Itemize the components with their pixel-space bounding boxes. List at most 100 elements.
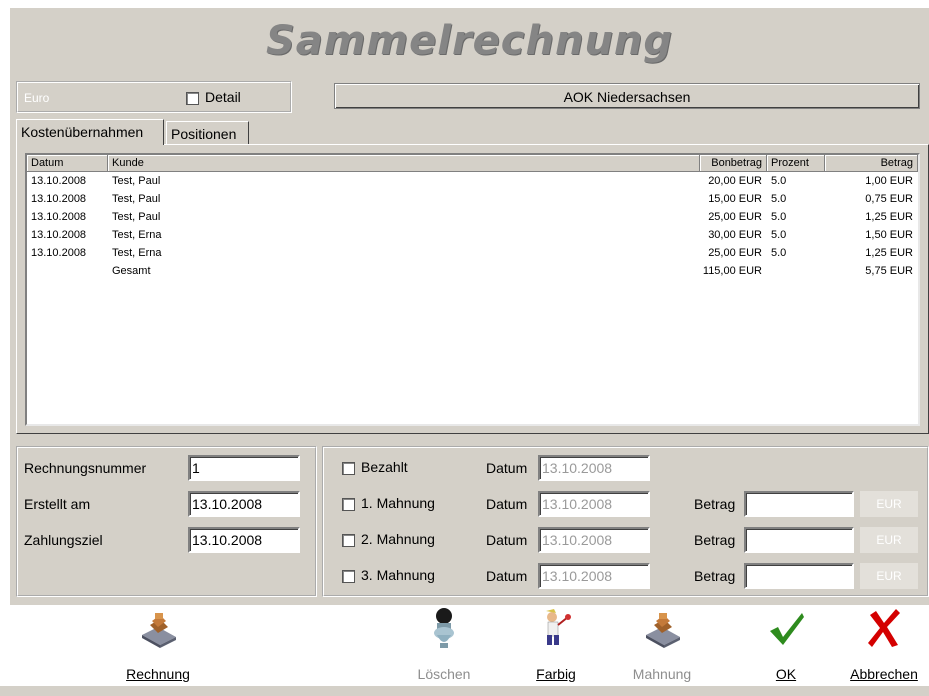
column-header-kunde[interactable]: Kunde	[108, 155, 700, 172]
reminder-2-amount-input[interactable]	[744, 527, 854, 553]
ok-button[interactable]: OK	[736, 607, 836, 687]
table-row[interactable]: 13.10.2008 Test, Paul 25,00 EUR 5.0 1,25…	[27, 208, 918, 226]
cell-betrag: 1,00 EUR	[865, 175, 913, 187]
toilet-icon	[434, 608, 454, 648]
cell-betrag: 5,75 EUR	[865, 265, 913, 277]
paid-date-label: Datum	[486, 460, 528, 476]
reminder-3-date-label: Datum	[486, 568, 528, 584]
cell-kunde: Test, Erna	[112, 229, 162, 241]
rubber-stamp-icon	[646, 613, 680, 648]
cell-kunde: Test, Paul	[112, 175, 161, 187]
color-button[interactable]: Farbig	[506, 607, 606, 687]
main-window: Sammelrechnung Euro Detail AOK Niedersac…	[10, 8, 929, 605]
invoice-button[interactable]: Rechnung	[108, 607, 208, 687]
reminder-3-date-input[interactable]: 13.10.2008	[538, 563, 650, 589]
cell-kunde: Test, Paul	[112, 211, 161, 223]
reminder-button[interactable]: Mahnung	[612, 607, 712, 687]
cell-datum: 13.10.2008	[31, 175, 87, 187]
reminder-1-date-label: Datum	[486, 496, 528, 512]
tab-panel: Datum Kunde Bonbetrag Prozent Betrag 13.…	[16, 144, 929, 434]
cell-betrag: 0,75 EUR	[865, 193, 913, 205]
table-row[interactable]: 13.10.2008 Test, Paul 20,00 EUR 5.0 1,00…	[27, 172, 918, 190]
reminder-1-amount-label: Betrag	[694, 496, 736, 512]
column-header-betrag[interactable]: Betrag	[825, 155, 918, 172]
invoice-group: Rechnungsnummer 1 Erstellt am 13.10.2008…	[16, 446, 317, 597]
cell-kunde: Gesamt	[112, 265, 151, 277]
cell-prozent: 5.0	[771, 193, 787, 205]
reminder-2-currency: EUR	[860, 527, 918, 553]
cell-prozent: 5.0	[771, 211, 787, 223]
cancel-button-label: Abbrechen	[850, 666, 918, 682]
cell-datum: 13.10.2008	[31, 229, 87, 241]
invoice-number-label: Rechnungsnummer	[24, 460, 147, 476]
table-row-total[interactable]: Gesamt 115,00 EUR 5,75 EUR	[27, 262, 918, 280]
painter-icon	[546, 609, 571, 645]
delete-button-label: Löschen	[417, 666, 471, 682]
reminder-2-checkbox[interactable]: 2. Mahnung	[342, 531, 435, 547]
reminder-3-label: 3. Mahnung	[361, 567, 435, 583]
reminder-2-date-label: Datum	[486, 532, 528, 548]
delete-button[interactable]: Löschen	[394, 607, 494, 687]
reminder-3-checkbox[interactable]: 3. Mahnung	[342, 567, 435, 583]
cell-betrag: 1,25 EUR	[865, 211, 913, 223]
cell-datum: 13.10.2008	[31, 247, 87, 259]
reminder-3-currency: EUR	[860, 563, 918, 589]
cell-betrag: 1,25 EUR	[865, 247, 913, 259]
cell-datum: 13.10.2008	[31, 211, 87, 223]
detail-checkbox[interactable]: Detail	[186, 89, 241, 105]
reminder-1-checkbox-box[interactable]	[342, 497, 355, 511]
cell-prozent: 5.0	[771, 247, 787, 259]
reminder-2-label: 2. Mahnung	[361, 531, 435, 547]
reminder-button-label: Mahnung	[632, 666, 692, 682]
paid-date-input[interactable]: 13.10.2008	[538, 455, 650, 481]
reminder-3-amount-label: Betrag	[694, 568, 736, 584]
currency-group: Euro Detail	[16, 81, 292, 113]
cell-bonbetrag: 25,00 EUR	[708, 211, 762, 223]
invoice-button-label: Rechnung	[126, 666, 190, 682]
cell-prozent: 5.0	[771, 175, 787, 187]
column-header-bonbetrag[interactable]: Bonbetrag	[700, 155, 767, 172]
reminder-2-checkbox-box[interactable]	[342, 533, 355, 547]
check-mark-icon	[770, 613, 804, 645]
ok-button-label: OK	[775, 666, 797, 682]
cell-bonbetrag: 25,00 EUR	[708, 247, 762, 259]
reminder-1-amount-input[interactable]	[744, 491, 854, 517]
cost-list[interactable]: Datum Kunde Bonbetrag Prozent Betrag 13.…	[25, 153, 920, 426]
paid-checkbox-box[interactable]	[342, 461, 355, 475]
cancel-button[interactable]: Abbrechen	[834, 607, 929, 687]
reminder-1-label: 1. Mahnung	[361, 495, 435, 511]
insurer-button[interactable]: AOK Niedersachsen	[334, 83, 920, 109]
reminder-3-amount-input[interactable]	[744, 563, 854, 589]
tab-positionen[interactable]: Positionen	[166, 121, 249, 145]
column-header-datum[interactable]: Datum	[27, 155, 108, 172]
reminder-3-checkbox-box[interactable]	[342, 569, 355, 583]
payment-group: Bezahlt Datum 13.10.2008 1. Mahnung Datu…	[322, 446, 929, 597]
reminder-2-amount-label: Betrag	[694, 532, 736, 548]
rubber-stamp-icon	[142, 613, 176, 648]
table-row[interactable]: 13.10.2008 Test, Erna 30,00 EUR 5.0 1,50…	[27, 226, 918, 244]
detail-label: Detail	[205, 89, 241, 105]
cell-bonbetrag: 20,00 EUR	[708, 175, 762, 187]
due-date-label: Zahlungsziel	[24, 532, 103, 548]
table-row[interactable]: 13.10.2008 Test, Paul 15,00 EUR 5.0 0,75…	[27, 190, 918, 208]
created-date-input[interactable]: 13.10.2008	[188, 491, 300, 517]
color-button-label: Farbig	[536, 666, 576, 682]
detail-checkbox-box[interactable]	[186, 91, 199, 105]
table-row[interactable]: 13.10.2008 Test, Erna 25,00 EUR 5.0 1,25…	[27, 244, 918, 262]
page-title: Sammelrechnung	[265, 18, 674, 64]
due-date-input[interactable]: 13.10.2008	[188, 527, 300, 553]
reminder-1-date-input[interactable]: 13.10.2008	[538, 491, 650, 517]
tab-kostenuebernahmen[interactable]: Kostenübernahmen	[16, 119, 164, 145]
reminder-1-checkbox[interactable]: 1. Mahnung	[342, 495, 435, 511]
cell-prozent: 5.0	[771, 229, 787, 241]
invoice-number-input[interactable]: 1	[188, 455, 300, 481]
cell-bonbetrag: 115,00 EUR	[702, 265, 762, 277]
paid-checkbox[interactable]: Bezahlt	[342, 459, 408, 475]
column-header-prozent[interactable]: Prozent	[767, 155, 825, 172]
currency-field[interactable]: Euro	[22, 88, 172, 108]
red-x-icon	[868, 609, 900, 647]
cell-kunde: Test, Erna	[112, 247, 162, 259]
reminder-2-date-input[interactable]: 13.10.2008	[538, 527, 650, 553]
cell-datum: 13.10.2008	[31, 193, 87, 205]
cell-bonbetrag: 15,00 EUR	[708, 193, 762, 205]
